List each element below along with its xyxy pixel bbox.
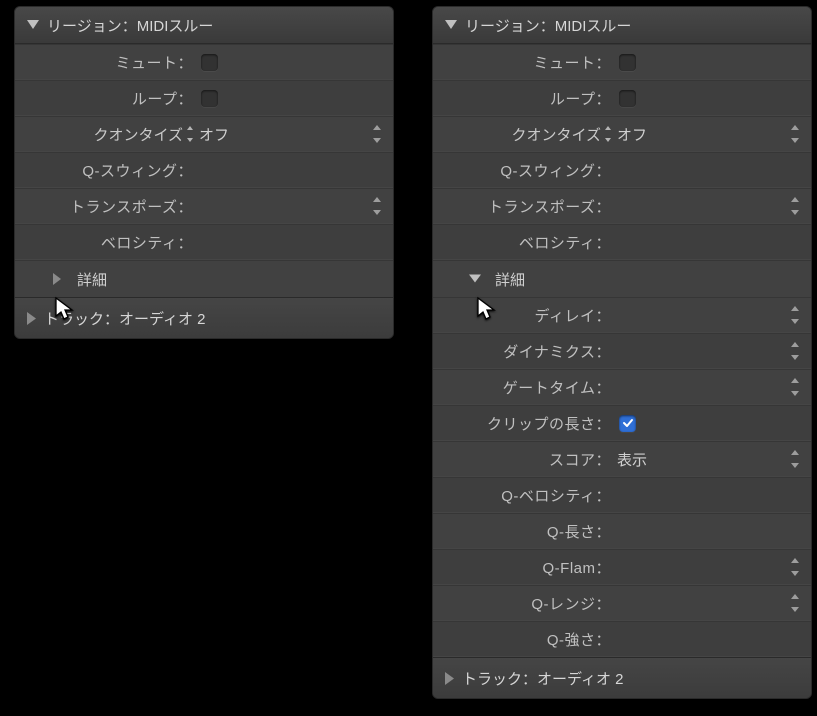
mute-row: ミュート： <box>15 44 393 80</box>
q-range-stepper[interactable] <box>791 594 803 612</box>
velocity-row[interactable]: ベロシティ： <box>15 224 393 260</box>
quantize-value-stepper[interactable] <box>791 125 803 143</box>
triangle-down-icon <box>27 20 39 30</box>
q-swing-label: Q-スウィング： <box>15 160 195 181</box>
track-header-title: トラック：オーディオ 2 <box>44 308 205 329</box>
q-swing-row[interactable]: Q-スウィング： <box>15 152 393 188</box>
inspector-panel-collapsed: リージョン：MIDIスルー ミュート： ループ： クオンタイズ オフ Q-スウィ… <box>14 6 394 339</box>
delay-row[interactable]: ディレイ： <box>433 297 811 333</box>
triangle-right-icon <box>445 672 454 685</box>
dynamics-label: ダイナミクス： <box>433 341 613 362</box>
inspector-panel-expanded: リージョン：MIDIスルー ミュート： ループ： クオンタイズ オフ Q-スウィ… <box>432 6 812 699</box>
delay-label: ディレイ： <box>433 305 613 326</box>
quantize-label: クオンタイズ <box>93 124 183 145</box>
track-header[interactable]: トラック：オーディオ 2 <box>433 657 811 698</box>
clip-length-label: クリップの長さ： <box>433 413 613 434</box>
details-label: 詳細 <box>77 269 107 290</box>
score-row[interactable]: スコア： 表示 <box>433 441 811 477</box>
mute-label: ミュート： <box>433 52 613 73</box>
clip-length-checkbox[interactable] <box>619 415 636 432</box>
score-stepper[interactable] <box>791 450 803 468</box>
quantize-value: オフ <box>199 124 229 145</box>
quantize-row[interactable]: クオンタイズ オフ <box>433 116 811 152</box>
gate-time-stepper[interactable] <box>791 378 803 396</box>
q-length-label: Q-長さ： <box>433 521 613 542</box>
transpose-row[interactable]: トランスポーズ： <box>433 188 811 224</box>
details-toggle[interactable]: 詳細 <box>433 260 811 297</box>
quantize-stepper-icon[interactable] <box>187 126 193 142</box>
triangle-down-icon <box>469 275 481 284</box>
q-strength-row[interactable]: Q-強さ： <box>433 621 811 657</box>
region-header-title: リージョン：MIDIスルー <box>47 15 213 36</box>
q-range-row[interactable]: Q-レンジ： <box>433 585 811 621</box>
q-velocity-label: Q-ベロシティ： <box>433 485 613 506</box>
transpose-stepper[interactable] <box>791 197 803 215</box>
velocity-label: ベロシティ： <box>15 232 195 253</box>
gate-time-row[interactable]: ゲートタイム： <box>433 369 811 405</box>
q-range-label: Q-レンジ： <box>433 593 613 614</box>
region-header[interactable]: リージョン：MIDIスルー <box>433 7 811 44</box>
loop-label: ループ： <box>433 88 613 109</box>
loop-row: ループ： <box>433 80 811 116</box>
transpose-row[interactable]: トランスポーズ： <box>15 188 393 224</box>
dynamics-row[interactable]: ダイナミクス： <box>433 333 811 369</box>
track-header[interactable]: トラック：オーディオ 2 <box>15 297 393 338</box>
delay-stepper[interactable] <box>791 306 803 324</box>
q-flam-row[interactable]: Q-Flam： <box>433 549 811 585</box>
transpose-label: トランスポーズ： <box>433 196 613 217</box>
q-velocity-row[interactable]: Q-ベロシティ： <box>433 477 811 513</box>
mute-label: ミュート： <box>15 52 195 73</box>
dynamics-stepper[interactable] <box>791 342 803 360</box>
region-header[interactable]: リージョン：MIDIスルー <box>15 7 393 44</box>
q-swing-label: Q-スウィング： <box>433 160 613 181</box>
quantize-stepper-icon[interactable] <box>605 126 611 142</box>
q-length-row[interactable]: Q-長さ： <box>433 513 811 549</box>
triangle-right-icon <box>27 312 36 325</box>
q-swing-row[interactable]: Q-スウィング： <box>433 152 811 188</box>
triangle-right-icon <box>53 273 61 285</box>
gate-time-label: ゲートタイム： <box>433 377 613 398</box>
loop-checkbox[interactable] <box>201 90 218 107</box>
mute-checkbox[interactable] <box>619 54 636 71</box>
track-header-title: トラック：オーディオ 2 <box>462 668 623 689</box>
velocity-row[interactable]: ベロシティ： <box>433 224 811 260</box>
transpose-stepper[interactable] <box>373 197 385 215</box>
q-flam-stepper[interactable] <box>791 558 803 576</box>
loop-checkbox[interactable] <box>619 90 636 107</box>
details-toggle[interactable]: 詳細 <box>15 260 393 297</box>
loop-row: ループ： <box>15 80 393 116</box>
mute-row: ミュート： <box>433 44 811 80</box>
velocity-label: ベロシティ： <box>433 232 613 253</box>
mute-checkbox[interactable] <box>201 54 218 71</box>
q-flam-label: Q-Flam： <box>433 557 613 578</box>
score-label: スコア： <box>433 449 613 470</box>
quantize-value-stepper[interactable] <box>373 125 385 143</box>
quantize-row[interactable]: クオンタイズ オフ <box>15 116 393 152</box>
details-label: 詳細 <box>495 269 525 290</box>
region-header-title: リージョン：MIDIスルー <box>465 15 631 36</box>
quantize-value: オフ <box>617 124 647 145</box>
loop-label: ループ： <box>15 88 195 109</box>
quantize-label: クオンタイズ <box>511 124 601 145</box>
q-strength-label: Q-強さ： <box>433 629 613 650</box>
transpose-label: トランスポーズ： <box>15 196 195 217</box>
triangle-down-icon <box>445 20 457 30</box>
score-value: 表示 <box>617 449 647 470</box>
clip-length-row: クリップの長さ： <box>433 405 811 441</box>
